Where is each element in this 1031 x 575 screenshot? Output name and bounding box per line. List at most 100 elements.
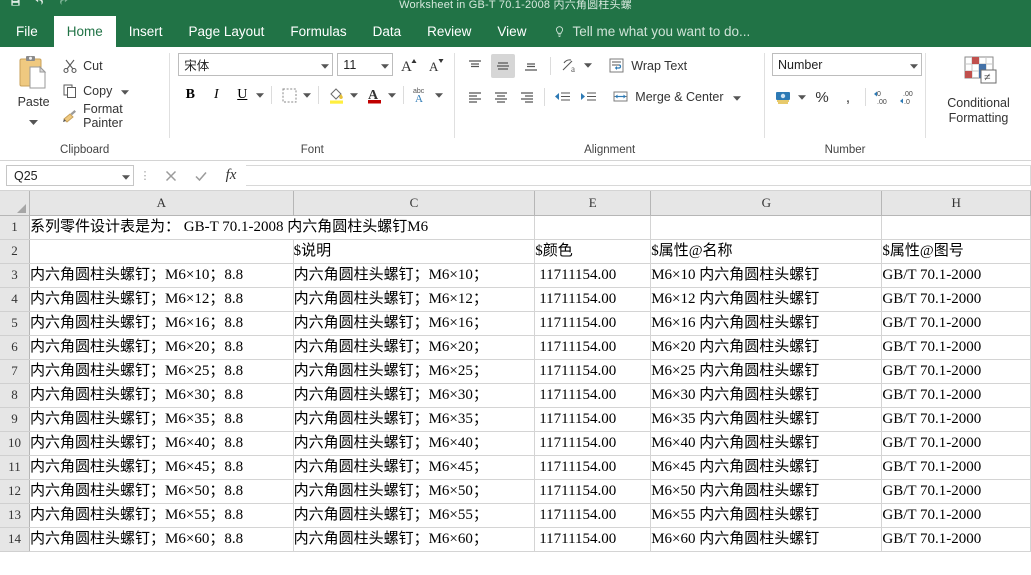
comma-style-button[interactable]: ,: [836, 85, 860, 109]
save-icon[interactable]: [10, 0, 21, 7]
conditional-formatting-button[interactable]: ≠ Conditional Formatting: [931, 52, 1026, 126]
cell-c14[interactable]: 内六角圆柱头螺钉；M6×60；: [293, 527, 536, 552]
cell-e14[interactable]: 11711154.00: [534, 527, 652, 552]
align-top-icon[interactable]: [463, 54, 487, 78]
cell-e9[interactable]: 11711154.00: [534, 407, 652, 432]
cell-a10[interactable]: 内六角圆柱头螺钉；M6×40；8.8: [29, 431, 294, 456]
align-left-icon[interactable]: [463, 85, 487, 109]
cell-c12[interactable]: 内六角圆柱头螺钉；M6×50；: [293, 479, 536, 504]
table-row[interactable]: 6 内六角圆柱头螺钉；M6×20；8.8 内六角圆柱头螺钉；M6×20； 117111…: [0, 335, 1031, 360]
font-name-combo[interactable]: 宋体: [178, 53, 334, 76]
font-size-chevron-down-icon[interactable]: [381, 58, 390, 72]
cell-e4[interactable]: 11711154.00: [534, 287, 652, 312]
table-row[interactable]: 12 内六角圆柱头螺钉；M6×50；8.8 内六角圆柱头螺钉；M6×50； 11711…: [0, 479, 1031, 504]
bold-button[interactable]: B: [178, 83, 202, 107]
chevron-down-icon[interactable]: [29, 112, 39, 125]
table-row[interactable]: 13 内六角圆柱头螺钉；M6×55；8.8 内六角圆柱头螺钉；M6×55； 11711…: [0, 503, 1031, 528]
formula-bar-grip[interactable]: ⋮: [134, 169, 156, 182]
cell-h1[interactable]: [881, 215, 1031, 240]
cell-g9[interactable]: M6×35 内六角圆柱头螺钉: [650, 407, 883, 432]
redo-icon[interactable]: [58, 0, 69, 7]
cell-c4[interactable]: 内六角圆柱头螺钉；M6×12；: [293, 287, 536, 312]
quick-access-toolbar[interactable]: [10, 0, 69, 11]
cell-a14[interactable]: 内六角圆柱头螺钉；M6×60；8.8: [29, 527, 294, 552]
align-center-icon[interactable]: [489, 85, 513, 109]
cell-g14[interactable]: M6×60 内六角圆柱头螺钉: [650, 527, 883, 552]
increase-indent-icon[interactable]: [576, 85, 600, 109]
table-row[interactable]: 14 内六角圆柱头螺钉；M6×60；8.8 内六角圆柱头螺钉；M6×60； 11711…: [0, 527, 1031, 552]
name-box[interactable]: Q25: [6, 165, 134, 186]
cell-c10[interactable]: 内六角圆柱头螺钉；M6×40；: [293, 431, 536, 456]
select-all-corner[interactable]: [0, 191, 31, 216]
percent-style-button[interactable]: %: [810, 85, 834, 109]
italic-button[interactable]: I: [204, 83, 228, 107]
align-right-icon[interactable]: [515, 85, 539, 109]
cell-c9[interactable]: 内六角圆柱头螺钉；M6×35；: [293, 407, 536, 432]
row-header-7[interactable]: 7: [0, 359, 31, 384]
cancel-formula-icon[interactable]: [156, 165, 186, 187]
cell-e7[interactable]: 11711154.00: [534, 359, 652, 384]
cell-c5[interactable]: 内六角圆柱头螺钉；M6×16；: [293, 311, 536, 336]
row-header-11[interactable]: 11: [0, 455, 31, 480]
column-header-g[interactable]: G: [650, 191, 883, 216]
cell-e12[interactable]: 11711154.00: [534, 479, 652, 504]
ribbon-tab-data[interactable]: Data: [360, 16, 415, 47]
row-header-6[interactable]: 6: [0, 335, 31, 360]
cell-c3[interactable]: 内六角圆柱头螺钉；M6×10；: [293, 263, 536, 288]
row-header-10[interactable]: 10: [0, 431, 31, 456]
cell-c11[interactable]: 内六角圆柱头螺钉；M6×45；: [293, 455, 536, 480]
cell-c13[interactable]: 内六角圆柱头螺钉；M6×55；: [293, 503, 536, 528]
decrease-font-size-icon[interactable]: A: [425, 53, 449, 77]
wrap-text-button[interactable]: Wrap Text: [608, 55, 687, 77]
borders-chevron-down-icon[interactable]: [301, 83, 313, 107]
phonetic-chevron-down-icon[interactable]: [433, 83, 445, 107]
cell-a11[interactable]: 内六角圆柱头螺钉；M6×45；8.8: [29, 455, 294, 480]
table-row[interactable]: 7 内六角圆柱头螺钉；M6×25；8.8 内六角圆柱头螺钉；M6×25； 117111…: [0, 359, 1031, 384]
ribbon-tab-insert[interactable]: Insert: [116, 16, 176, 47]
table-row[interactable]: 2 $说明 $颜色 $属性@名称 $属性@图号: [0, 239, 1031, 264]
table-row[interactable]: 3 内六角圆柱头螺钉；M6×10；8.8 内六角圆柱头螺钉；M6×10； 117111…: [0, 263, 1031, 288]
cell-h3[interactable]: GB/T 70.1-2000: [881, 263, 1031, 288]
table-row[interactable]: 8 内六角圆柱头螺钉；M6×30；8.8 内六角圆柱头螺钉；M6×30； 117111…: [0, 383, 1031, 408]
cell-g7[interactable]: M6×25 内六角圆柱头螺钉: [650, 359, 883, 384]
cell-c2[interactable]: $说明: [293, 239, 536, 264]
font-color-chevron-down-icon[interactable]: [386, 83, 398, 107]
table-row[interactable]: 11 内六角圆柱头螺钉；M6×45；8.8 内六角圆柱头螺钉；M6×45； 11711…: [0, 455, 1031, 480]
name-box-chevron-down-icon[interactable]: [122, 169, 130, 183]
cell-a8[interactable]: 内六角圆柱头螺钉；M6×30；8.8: [29, 383, 294, 408]
underline-button[interactable]: U: [230, 83, 254, 107]
row-header-14[interactable]: 14: [0, 527, 31, 552]
merge-center-button[interactable]: Merge & Center: [612, 86, 741, 108]
cut-button[interactable]: Cut: [62, 55, 164, 77]
phonetic-guide-button[interactable]: abc A: [409, 83, 433, 107]
cell-e5[interactable]: 11711154.00: [534, 311, 652, 336]
row-header-8[interactable]: 8: [0, 383, 31, 408]
ribbon-tab-review[interactable]: Review: [414, 16, 484, 47]
cell-e8[interactable]: 11711154.00: [534, 383, 652, 408]
formula-input[interactable]: [246, 165, 1031, 186]
cell-h14[interactable]: GB/T 70.1-2000: [881, 527, 1031, 552]
ribbon-tab-view[interactable]: View: [484, 16, 539, 47]
insert-function-icon[interactable]: fx: [216, 165, 246, 187]
cell-g6[interactable]: M6×20 内六角圆柱头螺钉: [650, 335, 883, 360]
table-row[interactable]: 10 内六角圆柱头螺钉；M6×40；8.8 内六角圆柱头螺钉；M6×40； 11711…: [0, 431, 1031, 456]
format-painter-button[interactable]: Format Painter: [62, 102, 164, 130]
cell-g8[interactable]: M6×30 内六角圆柱头螺钉: [650, 383, 883, 408]
cell-a13[interactable]: 内六角圆柱头螺钉；M6×55；8.8: [29, 503, 294, 528]
cell-h13[interactable]: GB/T 70.1-2000: [881, 503, 1031, 528]
cell-a5[interactable]: 内六角圆柱头螺钉；M6×16；8.8: [29, 311, 294, 336]
row-header-9[interactable]: 9: [0, 407, 31, 432]
enter-formula-icon[interactable]: [186, 165, 216, 187]
table-row[interactable]: 9 内六角圆柱头螺钉；M6×35；8.8 内六角圆柱头螺钉；M6×35； 117111…: [0, 407, 1031, 432]
cell-a2[interactable]: [29, 239, 294, 264]
cell-c6[interactable]: 内六角圆柱头螺钉；M6×20；: [293, 335, 536, 360]
font-color-button[interactable]: A: [362, 83, 386, 107]
cell-h9[interactable]: GB/T 70.1-2000: [881, 407, 1031, 432]
cell-h10[interactable]: GB/T 70.1-2000: [881, 431, 1031, 456]
cell-h11[interactable]: GB/T 70.1-2000: [881, 455, 1031, 480]
table-row[interactable]: 4 内六角圆柱头螺钉；M6×12；8.8 内六角圆柱头螺钉；M6×12； 117111…: [0, 287, 1031, 312]
column-header-e[interactable]: E: [534, 191, 652, 216]
table-row[interactable]: 5 内六角圆柱头螺钉；M6×16；8.8 内六角圆柱头螺钉；M6×16； 117111…: [0, 311, 1031, 336]
decrease-decimal-icon[interactable]: .00.0: [897, 85, 921, 109]
tell-me-box[interactable]: Tell me what you want to do...: [539, 16, 750, 47]
